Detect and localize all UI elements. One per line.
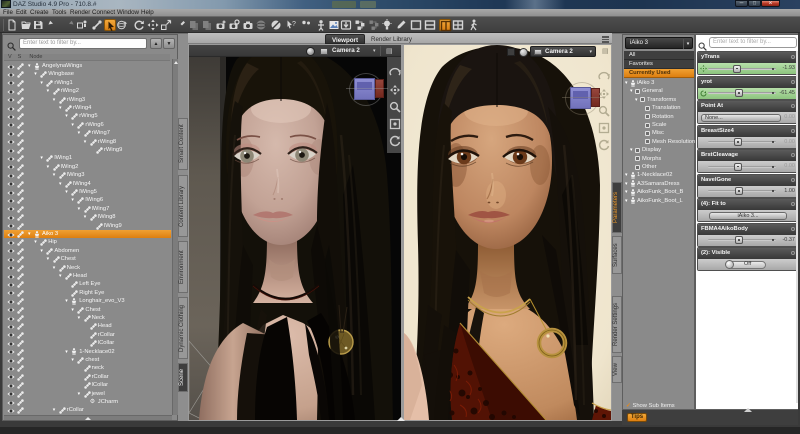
- svg-text:?: ?: [292, 21, 296, 28]
